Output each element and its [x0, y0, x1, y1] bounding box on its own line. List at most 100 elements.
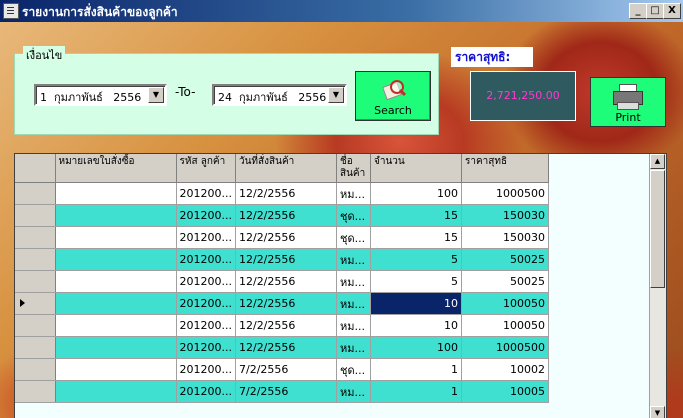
maximize-button[interactable]: □ [646, 3, 664, 19]
cell-product[interactable]: ชุด... [336, 204, 371, 227]
cell-customer[interactable]: 201200... [176, 226, 236, 249]
cell-customer[interactable]: 201200... [176, 204, 236, 227]
cell-product[interactable]: หม... [336, 182, 371, 205]
row-header[interactable] [15, 270, 56, 293]
cell-price[interactable]: 10002 [461, 358, 549, 381]
cell-order[interactable] [55, 182, 177, 205]
cell-price[interactable]: 1000500 [461, 336, 549, 359]
cell-qty[interactable]: 5 [370, 270, 462, 293]
table-row[interactable]: 201200... 12/2/2556 หม... 5 50025 [15, 248, 549, 271]
cell-price[interactable]: 150030 [461, 204, 549, 227]
column-header-qty[interactable]: จำนวน [370, 154, 462, 183]
close-button[interactable]: X [663, 3, 681, 19]
row-header[interactable] [15, 182, 56, 205]
row-header-current[interactable] [15, 292, 56, 315]
scroll-up-button[interactable]: ▲ [650, 154, 665, 169]
table-row[interactable]: 201200... 12/2/2556 หม... 100 1000500 [15, 182, 549, 205]
cell-date[interactable]: 7/2/2556 [235, 358, 337, 381]
cell-product[interactable]: หม... [336, 270, 371, 293]
cell-order[interactable] [55, 226, 177, 249]
cell-customer[interactable]: 201200... [176, 248, 236, 271]
from-date-picker[interactable]: 1 กุมภาพันธ์ 2556 ▼ [34, 84, 167, 106]
title-bar[interactable]: รายงานการสั่งสินค้าของลูกค้า _ □ X [0, 0, 683, 22]
table-row[interactable]: 201200... 12/2/2556 หม... 10 100050 [15, 314, 549, 337]
table-row[interactable]: 201200... 12/2/2556 ชุด... 15 150030 [15, 226, 549, 249]
cell-order[interactable] [55, 270, 177, 293]
row-header[interactable] [15, 314, 56, 337]
cell-price[interactable]: 10005 [461, 380, 549, 403]
cell-date[interactable]: 12/2/2556 [235, 182, 337, 205]
cell-price[interactable]: 50025 [461, 270, 549, 293]
cell-date[interactable]: 12/2/2556 [235, 270, 337, 293]
row-header[interactable] [15, 358, 56, 381]
table-row[interactable]: 201200... 12/2/2556 ชุด... 15 150030 [15, 204, 549, 227]
cell-order[interactable] [55, 204, 177, 227]
scroll-thumb[interactable] [650, 170, 665, 288]
row-header[interactable] [15, 380, 56, 403]
cell-customer[interactable]: 201200... [176, 336, 236, 359]
cell-product[interactable]: หม... [336, 292, 371, 315]
search-button[interactable]: Search [355, 71, 431, 121]
minimize-button[interactable]: _ [629, 3, 647, 19]
cell-product[interactable]: หม... [336, 380, 371, 403]
cell-qty[interactable]: 10 [370, 314, 462, 337]
row-header[interactable] [15, 336, 56, 359]
cell-qty[interactable]: 15 [370, 226, 462, 249]
cell-product[interactable]: ชุด... [336, 358, 371, 381]
cell-qty[interactable]: 100 [370, 182, 462, 205]
cell-order[interactable] [55, 358, 177, 381]
cell-product[interactable]: หม... [336, 314, 371, 337]
cell-qty[interactable]: 100 [370, 336, 462, 359]
cell-order[interactable] [55, 292, 177, 315]
cell-date[interactable]: 12/2/2556 [235, 248, 337, 271]
table-row[interactable]: 201200... 12/2/2556 หม... 5 50025 [15, 270, 549, 293]
to-date-picker[interactable]: 24 กุมภาพันธ์ 2556 ▼ [212, 84, 347, 106]
chevron-down-icon[interactable]: ▼ [148, 87, 164, 103]
cell-qty-selected[interactable]: 10 [370, 292, 462, 315]
vertical-scrollbar[interactable]: ▲ ▼ [649, 154, 666, 418]
chevron-down-icon[interactable]: ▼ [328, 87, 344, 103]
column-header-date[interactable]: วันที่สั่งสินค้า [235, 154, 337, 183]
table-row-current[interactable]: 201200... 12/2/2556 หม... 10 100050 [15, 292, 549, 315]
column-header-order[interactable]: หมายเลขใบสั่งซื้อ [55, 154, 177, 183]
cell-qty[interactable]: 1 [370, 358, 462, 381]
cell-customer[interactable]: 201200... [176, 380, 236, 403]
cell-product[interactable]: หม... [336, 248, 371, 271]
cell-price[interactable]: 150030 [461, 226, 549, 249]
row-header[interactable] [15, 204, 56, 227]
cell-date[interactable]: 12/2/2556 [235, 336, 337, 359]
scroll-down-button[interactable]: ▼ [650, 406, 665, 418]
cell-customer[interactable]: 201200... [176, 314, 236, 337]
cell-qty[interactable]: 5 [370, 248, 462, 271]
cell-date[interactable]: 12/2/2556 [235, 292, 337, 315]
row-header-corner[interactable] [15, 154, 56, 183]
cell-date[interactable]: 7/2/2556 [235, 380, 337, 403]
cell-product[interactable]: ชุด... [336, 226, 371, 249]
cell-price[interactable]: 1000500 [461, 182, 549, 205]
cell-date[interactable]: 12/2/2556 [235, 314, 337, 337]
column-header-customer[interactable]: รหัส ลูกค้า [176, 154, 236, 183]
row-header[interactable] [15, 248, 56, 271]
column-header-price[interactable]: ราคาสุทธิ [461, 154, 549, 183]
cell-order[interactable] [55, 336, 177, 359]
cell-order[interactable] [55, 380, 177, 403]
cell-customer[interactable]: 201200... [176, 270, 236, 293]
print-button[interactable]: Print [590, 77, 666, 127]
cell-order[interactable] [55, 248, 177, 271]
table-row[interactable]: 201200... 7/2/2556 ชุด... 1 10002 [15, 358, 549, 381]
cell-date[interactable]: 12/2/2556 [235, 204, 337, 227]
table-row[interactable]: 201200... 7/2/2556 หม... 1 10005 [15, 380, 549, 403]
cell-price[interactable]: 100050 [461, 292, 549, 315]
cell-customer[interactable]: 201200... [176, 358, 236, 381]
cell-customer[interactable]: 201200... [176, 292, 236, 315]
cell-product[interactable]: หม... [336, 336, 371, 359]
cell-customer[interactable]: 201200... [176, 182, 236, 205]
row-header[interactable] [15, 226, 56, 249]
column-header-product[interactable]: ชื่อ สินค้า [336, 154, 371, 183]
cell-price[interactable]: 100050 [461, 314, 549, 337]
cell-price[interactable]: 50025 [461, 248, 549, 271]
table-row[interactable]: 201200... 12/2/2556 หม... 100 1000500 [15, 336, 549, 359]
cell-qty[interactable]: 1 [370, 380, 462, 403]
orders-grid[interactable]: หมายเลขใบสั่งซื้อ รหัส ลูกค้า วันที่สั่ง… [14, 153, 667, 418]
cell-order[interactable] [55, 314, 177, 337]
